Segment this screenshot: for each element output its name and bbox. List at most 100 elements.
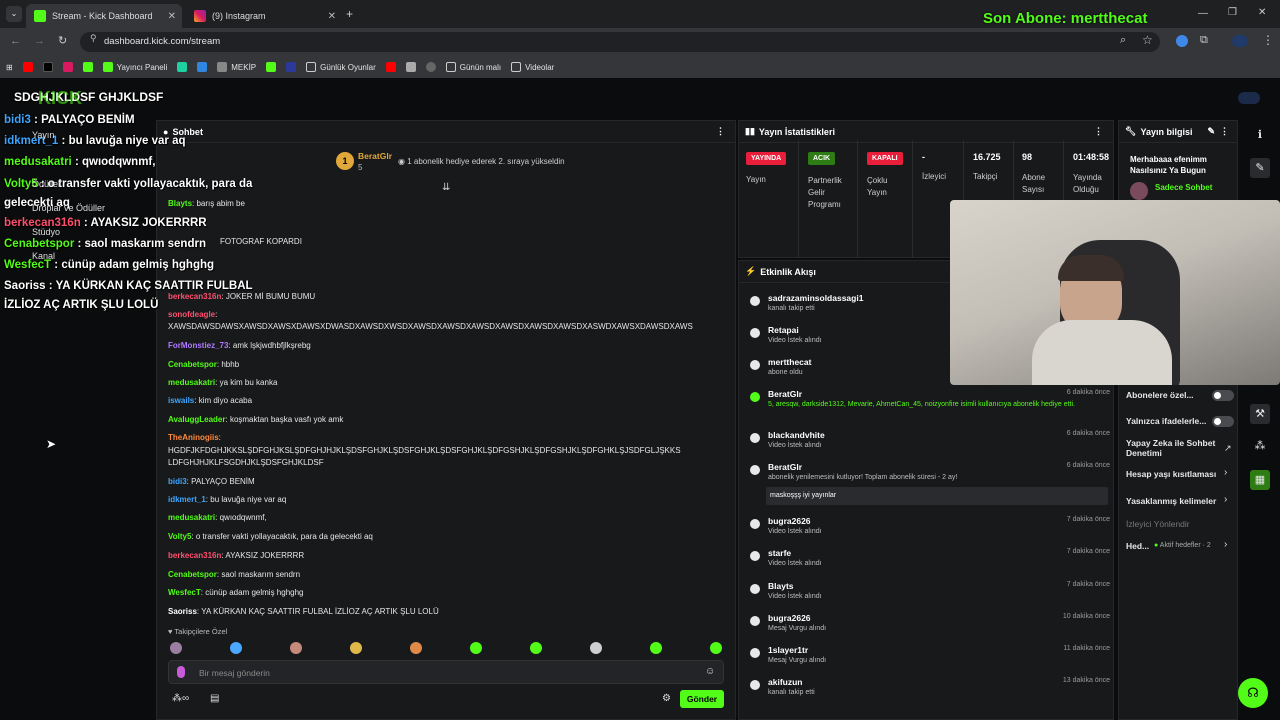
emoji-icon[interactable]: ☺ [705, 666, 715, 677]
chat-username[interactable]: TheAninogiis [168, 433, 219, 442]
emote-icon[interactable] [230, 642, 242, 654]
settings-gear-icon[interactable]: ⚙ [662, 693, 671, 704]
bookmark-star-icon[interactable]: ☆ [1142, 33, 1153, 47]
pen-tool-icon[interactable]: ✎ [1250, 158, 1270, 178]
profile-avatar[interactable] [1232, 35, 1248, 47]
activity-username[interactable]: starfe [768, 548, 791, 558]
activity-item[interactable]: bugra2626 Video İstek alındı 7 dakika önce [748, 516, 1110, 546]
chat-username[interactable]: iswails [168, 396, 194, 405]
nav-kanal[interactable]: Kanal [32, 251, 55, 261]
tab-instagram[interactable]: (9) Instagram ✕ [186, 4, 342, 28]
activity-item[interactable]: akifuzun kanalı takip etti 13 dakika önce [748, 677, 1110, 707]
activity-username[interactable]: akifuzun [768, 677, 802, 687]
send-button[interactable]: Gönder [680, 690, 724, 708]
chat-username[interactable]: Cenabetspor [168, 570, 217, 579]
restore-icon[interactable]: ❐ [1228, 7, 1237, 18]
info-menu-icon[interactable]: ⋮ [1220, 126, 1229, 137]
bookmark-kick[interactable] [82, 62, 93, 72]
activity-username[interactable]: 1slayer1tr [768, 645, 808, 655]
tab-search-icon[interactable]: ⌄ [6, 6, 22, 22]
activity-username[interactable]: bugra2626 [768, 516, 811, 526]
stats-menu-icon[interactable]: ⋮ [1094, 126, 1103, 137]
chat-username[interactable]: ForMonstiez_73 [168, 341, 228, 350]
nav-droplar[interactable]: Droplar ve Ödüller [32, 203, 105, 213]
chat-username[interactable]: AvaluggLeader [168, 415, 226, 424]
emote-icon[interactable] [650, 642, 662, 654]
chat-menu-icon[interactable]: ⋮ [716, 126, 725, 137]
apps-icon[interactable]: ⊞ [6, 63, 13, 72]
bookmark-misc[interactable] [405, 62, 416, 72]
emotes-only-toggle[interactable] [1212, 416, 1234, 427]
emote-icon[interactable] [410, 642, 422, 654]
account-age-row[interactable]: Hesap yaşı kısıtlaması [1126, 469, 1216, 479]
nav-studyo[interactable]: Stüdyo [32, 227, 60, 237]
minimize-icon[interactable]: — [1198, 8, 1208, 19]
bookmark-misc[interactable] [286, 62, 297, 72]
new-tab-button[interactable]: + [346, 7, 353, 21]
chat-tools-icon[interactable]: ⁂∞ [172, 693, 189, 704]
activity-item[interactable]: 1slayer1tr Mesaj Vurgu alındı 11 dakika ön… [748, 645, 1110, 675]
store-icon[interactable]: ▤ [210, 693, 219, 704]
close-tab-icon[interactable]: ✕ [328, 11, 336, 22]
bookmark-yayinci-paneli[interactable]: Yayıncı Paneli [102, 62, 167, 72]
back-icon[interactable]: ← [10, 35, 21, 47]
activity-item[interactable]: starfe Video İstek alındı 7 dakika önce [748, 548, 1110, 578]
activity-username[interactable]: BeratGlr [768, 389, 802, 399]
emote-icon[interactable] [530, 642, 542, 654]
ai-moderation-row[interactable]: Yapay Zeka ile Sohbet Denetimi [1126, 438, 1222, 458]
activity-username[interactable]: Blayts [768, 581, 794, 591]
activity-tool-icon[interactable]: ⁂ [1250, 436, 1270, 456]
bookmark-videolar[interactable]: Videolar [511, 62, 554, 72]
extensions-puzzle-icon[interactable]: ⧉ [1200, 34, 1208, 47]
chat-username[interactable]: bidi3 [168, 477, 187, 486]
info-icon[interactable]: ℹ [1250, 125, 1270, 145]
emote-icon[interactable] [590, 642, 602, 654]
reload-icon[interactable]: ↻ [58, 34, 67, 47]
close-window-icon[interactable]: ✕ [1258, 7, 1266, 18]
emote-icon[interactable] [470, 642, 482, 654]
emote-icon[interactable] [170, 642, 182, 654]
menu-dots-icon[interactable]: ⋮ [1262, 33, 1274, 47]
activity-item[interactable]: blackandvhite Video İstek alındı 6 dakika … [748, 430, 1110, 460]
subscribers-only-toggle[interactable] [1212, 390, 1234, 401]
bookmark-gunun-mali[interactable]: Günün malı [445, 62, 501, 72]
chat-username[interactable]: WesfecT [168, 588, 201, 597]
nav-yayin[interactable]: Yayın [32, 130, 54, 140]
scroll-down-icon[interactable]: ⇊ [442, 182, 450, 193]
banned-words-row[interactable]: Yasaklanmış kelimeler [1126, 496, 1216, 506]
activity-username[interactable]: sadrazaminsoldassagi1 [768, 293, 863, 303]
activity-username[interactable]: mertthecat [768, 357, 811, 367]
bookmark-instagram[interactable] [62, 62, 73, 72]
chat-username[interactable]: medusakatri [168, 378, 215, 387]
goals-row[interactable]: Hed... [1126, 541, 1149, 551]
wrench-tool-icon[interactable]: ⚒ [1250, 404, 1270, 424]
support-headset-icon[interactable]: ☊ [1238, 678, 1268, 708]
raid-row[interactable]: İzleyici Yönlendir [1126, 519, 1190, 529]
emote-icon[interactable] [350, 642, 362, 654]
account-avatar[interactable] [1238, 92, 1260, 104]
activity-username[interactable]: bugra2626 [768, 613, 811, 623]
external-link-icon[interactable]: ↗ [1224, 443, 1232, 454]
calculator-icon[interactable]: ▦ [1250, 470, 1270, 490]
bookmark-x[interactable] [42, 62, 53, 72]
url-input[interactable]: dashboard.kick.com/stream [80, 32, 1160, 52]
bookmark-gunluk-oyunlar[interactable]: Günlük Oyunlar [306, 62, 376, 72]
chat-username[interactable]: Saoriss [168, 607, 197, 616]
bookmark-mekip[interactable]: MEKİP [217, 62, 256, 72]
activity-username[interactable]: BeratGlr [768, 462, 802, 472]
chat-username[interactable]: Volty5 [168, 532, 191, 541]
emote-icon[interactable] [710, 642, 722, 654]
site-info-icon[interactable]: ⚲ [90, 33, 97, 44]
chat-username[interactable]: idkmert_1 [168, 495, 206, 504]
bookmark-misc[interactable] [425, 62, 436, 72]
microphone-icon[interactable] [177, 666, 185, 678]
activity-item[interactable]: Blayts Video İstek alındı 7 dakika önce [748, 581, 1110, 611]
bookmark-misc[interactable] [197, 62, 208, 72]
zoom-icon[interactable]: ⌕ [1120, 34, 1126, 47]
emote-icon[interactable] [290, 642, 302, 654]
activity-username[interactable]: blackandvhite [768, 430, 825, 440]
edit-pencil-icon[interactable]: ✎ [1207, 126, 1215, 137]
nav-oduller[interactable]: Ödüller [32, 179, 61, 189]
activity-item[interactable]: bugra2626 Mesaj Vurgu alındı 10 dakika önc… [748, 613, 1110, 643]
bookmark-youtube[interactable] [385, 62, 396, 72]
